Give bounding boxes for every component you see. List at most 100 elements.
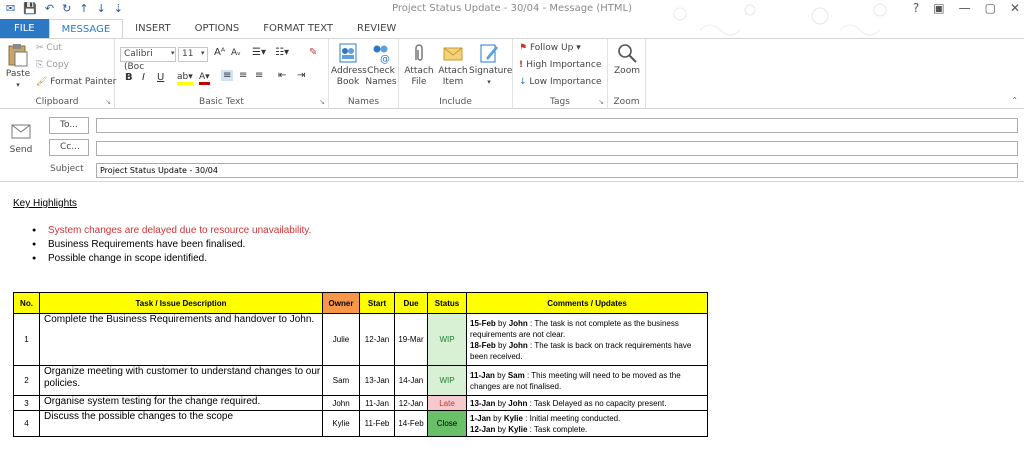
chevron-down-icon[interactable]: ▾ [171, 49, 175, 57]
high-importance-button[interactable]: ! High Importance [519, 60, 601, 70]
status-table: No. Task / Issue Description Owner Start… [13, 292, 708, 437]
comment-entry: 12-Jan by Kylie : Task complete. [470, 424, 707, 435]
task-description: Complete the Business Requirements and h… [39, 313, 323, 366]
grow-font-icon[interactable]: Aᴬ [214, 47, 225, 58]
align-center-icon[interactable]: ≡ [239, 70, 247, 81]
comment-entry: 18-Feb by John : The task is back on tra… [470, 340, 707, 362]
address-book-icon [339, 43, 357, 63]
task-description: Discuss the possible changes to the scop… [39, 410, 323, 437]
chevron-down-icon[interactable]: ▾ [201, 49, 205, 57]
italic-icon[interactable]: I [142, 72, 145, 83]
copy-icon: ⎘ [36, 60, 47, 70]
bullets-icon[interactable]: ☰▾ [252, 47, 266, 58]
align-right-icon[interactable]: ≡ [255, 70, 263, 81]
attach-item-button[interactable]: Attach Item [436, 42, 470, 88]
header-divider [0, 181, 1024, 182]
send-icon [11, 124, 31, 139]
maximize-icon[interactable]: ▢ [985, 1, 996, 15]
font-color-icon[interactable]: A▾ [199, 72, 210, 85]
dialog-launcher-icon[interactable]: ↘ [319, 98, 325, 106]
tab-options[interactable]: OPTIONS [183, 19, 252, 39]
zoom-label: Zoom [614, 66, 640, 76]
to-field[interactable] [96, 118, 1018, 133]
underline-icon[interactable]: U [157, 72, 164, 83]
comment-entry: 15-Feb by John : The task is not complet… [470, 318, 707, 340]
header-comments: Comments / Updates [466, 292, 708, 314]
bold-icon[interactable]: B [125, 72, 133, 83]
align-left-icon[interactable]: ≡ [221, 70, 234, 81]
comment-author: John [508, 398, 528, 408]
follow-up-button[interactable]: ⚑ Follow Up ▾ [519, 43, 581, 53]
comment-by: by [495, 340, 509, 350]
tab-format-text[interactable]: FORMAT TEXT [251, 19, 345, 39]
tab-message[interactable]: MESSAGE [48, 19, 124, 39]
task-due: 19-Mar [394, 313, 428, 366]
cc-button[interactable]: Cc... [49, 139, 89, 156]
header-status: Status [427, 292, 467, 314]
decrease-indent-icon[interactable]: ⇤ [278, 70, 286, 81]
numbering-icon[interactable]: ☷▾ [275, 47, 289, 58]
check-names-button[interactable]: @ Check Names [365, 42, 397, 88]
highlight-icon[interactable]: ab▾ [177, 72, 193, 85]
comment-by: by [494, 370, 508, 380]
collapse-ribbon-icon[interactable]: ⌃ [1011, 96, 1018, 105]
attach-file-button[interactable]: Attach File [401, 42, 437, 88]
header-owner: Owner [322, 292, 360, 314]
close-icon[interactable]: ✕ [1010, 1, 1020, 15]
check-names-icon: @ [373, 45, 390, 64]
basic-text-group-label: Basic Text [199, 97, 244, 107]
increase-indent-icon[interactable]: ⇥ [297, 70, 305, 81]
address-book-button[interactable]: Address Book [331, 42, 367, 88]
subject-label: Subject [50, 164, 84, 174]
low-importance-button[interactable]: ↓ Low Importance [519, 77, 602, 87]
ribbon: Paste ▾ ✂ Cut ⎘ Copy 🖌 Format Painter Cl… [0, 38, 1024, 109]
to-button[interactable]: To... [49, 117, 89, 134]
comment-date: 12-Jan [470, 424, 496, 434]
comment-text: : Task complete. [527, 424, 588, 434]
header-description: Task / Issue Description [39, 292, 323, 314]
zoom-button[interactable]: Zoom [610, 42, 644, 77]
comment-date: 13-Jan [470, 398, 496, 408]
attach-item-label: Attach Item [438, 66, 468, 87]
down-arrow-icon: ↓ [519, 77, 530, 87]
tab-insert[interactable]: INSERT [123, 19, 182, 39]
send-button[interactable]: Send [4, 115, 38, 175]
tab-review[interactable]: REVIEW [345, 19, 408, 39]
format-painter-button[interactable]: 🖌 Format Painter [36, 77, 116, 87]
help-icon[interactable]: ? [913, 1, 919, 15]
cc-field[interactable] [96, 141, 1018, 156]
comment-author: Kylie [508, 424, 528, 434]
task-owner: Julie [322, 313, 360, 366]
status-badge: Close [427, 410, 467, 437]
task-comments: 11-Jan by Sam : This meeting will need t… [466, 365, 708, 396]
tab-file[interactable]: FILE [0, 19, 49, 39]
table-row: 2 Organize meeting with customer to unde… [13, 365, 708, 396]
task-start: 11-Feb [359, 410, 395, 437]
subject-field[interactable]: Project Status Update - 30/04 [96, 163, 1018, 178]
paste-button[interactable]: Paste ▾ [4, 43, 32, 91]
message-body[interactable]: Key Highlights System changes are delaye… [0, 183, 1024, 475]
list-item: System changes are delayed due to resour… [32, 224, 311, 238]
copy-button[interactable]: ⎘ Copy [36, 60, 69, 70]
magnifier-icon [618, 44, 637, 63]
chevron-down-icon: ▾ [16, 81, 20, 89]
tags-group-label: Tags [550, 97, 570, 107]
check-names-label: Check Names [365, 66, 397, 87]
comment-by: by [495, 398, 509, 408]
comment-by: by [495, 424, 509, 434]
row-number: 2 [13, 365, 40, 396]
comment-text: : Task Delayed as no capacity present. [527, 398, 667, 408]
comment-text: : Initial meeting conducted. [522, 413, 621, 423]
font-name-dropdown[interactable]: Calibri (Boc [120, 47, 176, 72]
dialog-launcher-icon[interactable]: ↘ [105, 98, 111, 106]
dialog-launcher-icon[interactable]: ↘ [598, 98, 604, 106]
signature-button[interactable]: Signature ▾ [469, 42, 512, 88]
ribbon-display-icon[interactable]: ▣ [933, 1, 944, 15]
cut-button[interactable]: ✂ Cut [36, 43, 62, 53]
minimize-icon[interactable]: — [959, 1, 971, 15]
comment-date: 18-Feb [470, 340, 496, 350]
clear-formatting-icon[interactable]: ✎ [309, 47, 317, 58]
chevron-down-icon: ▾ [487, 78, 491, 86]
shrink-font-icon[interactable]: Aᵥ [231, 48, 241, 58]
comment-by: by [490, 413, 504, 423]
